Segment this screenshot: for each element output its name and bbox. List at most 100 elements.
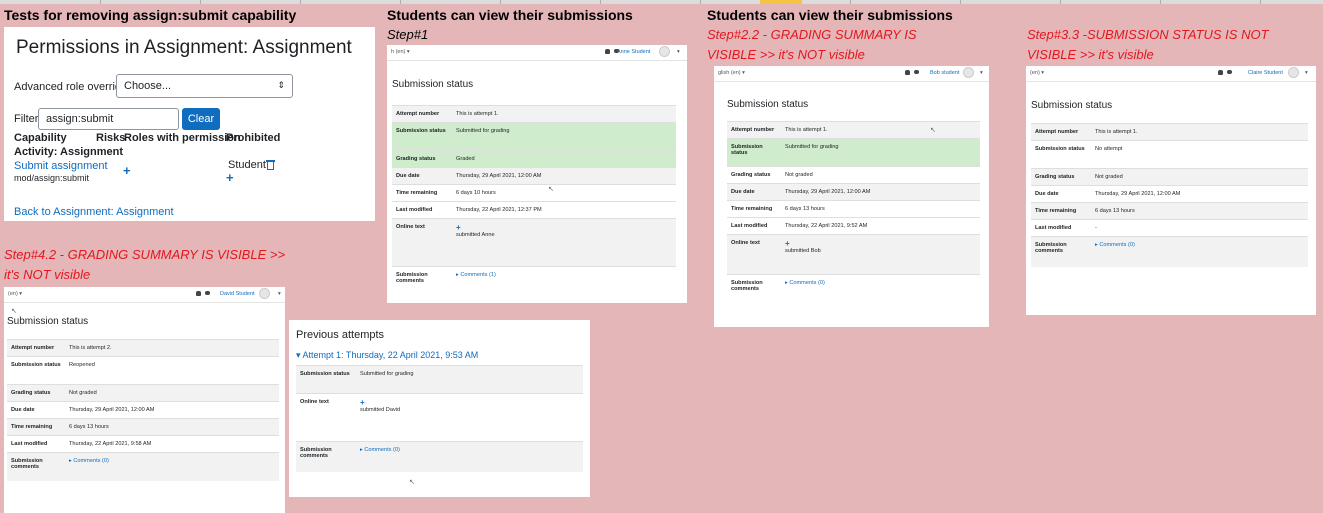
- chevron-down-icon[interactable]: ▾: [1305, 70, 1308, 76]
- table-row: Due date Thursday, 29 April 2021, 12:00 A…: [392, 167, 676, 185]
- table-row: Submission comments ▸ Comments (0): [1031, 236, 1308, 267]
- anne-submission-panel: h (en) ▾ Anne Student ▾ Submission statu…: [387, 45, 687, 303]
- user-name[interactable]: Bob student: [930, 70, 959, 76]
- table-row: Time remaining 6 days 13 hours: [1031, 202, 1308, 220]
- table-row: Grading status Not graded: [727, 166, 980, 184]
- user-name[interactable]: Anne Student: [617, 49, 650, 55]
- filter-input[interactable]: assign:submit: [38, 108, 179, 130]
- table-row: Attempt number This is attempt 1.: [392, 105, 676, 123]
- chat-icon[interactable]: [1227, 70, 1232, 74]
- previous-attempts-panel: Previous attempts ▾ Attempt 1: Thursday,…: [289, 320, 590, 497]
- comments-toggle[interactable]: ▸ Comments (0): [785, 280, 825, 286]
- bob-submission-panel: glish (en) ▾ Bob student ▾ Submission st…: [714, 66, 989, 327]
- step-3-3-label: Step#3.3 -SUBMISSION STATUS IS NOT VISIB…: [1027, 27, 1269, 62]
- submission-status-title: Submission status: [392, 79, 474, 90]
- table-row: Grading status Not graded: [7, 384, 279, 402]
- table-row: Online text + submitted David: [296, 393, 583, 442]
- bell-icon[interactable]: [196, 291, 201, 296]
- table-row: Due date Thursday, 29 April 2021, 12:00 A…: [727, 183, 980, 201]
- table-row: Attempt number This is attempt 1.: [1031, 123, 1308, 141]
- language-menu[interactable]: h (en) ▾: [391, 49, 410, 55]
- comments-toggle[interactable]: ▸ Comments (0): [1095, 242, 1135, 248]
- step-1-label: Step#1: [387, 27, 429, 42]
- chevron-down-icon[interactable]: ▾: [980, 70, 983, 76]
- submission-status-table: Attempt number This is attempt 1. Submiss…: [1031, 123, 1308, 267]
- chevron-down-icon[interactable]: ▾: [677, 49, 680, 55]
- expand-plus-icon[interactable]: +: [785, 240, 976, 248]
- page-title: Permissions in Assignment: Assignment: [16, 37, 352, 58]
- col-capability: Capability: [14, 132, 67, 144]
- trash-icon[interactable]: [266, 160, 275, 170]
- table-row: Grading status Not graded: [1031, 168, 1308, 186]
- bell-icon[interactable]: [905, 70, 910, 75]
- select-value: Choose...: [124, 80, 172, 92]
- permissions-panel: Permissions in Assignment: Assignment Ad…: [4, 27, 375, 221]
- table-row: Attempt number This is attempt 1.: [727, 121, 980, 139]
- comments-toggle[interactable]: ▸ Comments (0): [69, 458, 109, 464]
- students-view-heading-2: Students can view their submissions: [707, 7, 953, 23]
- user-name[interactable]: David Student: [220, 291, 255, 297]
- user-name[interactable]: Claire Student: [1248, 70, 1283, 76]
- students-view-heading: Students can view their submissions: [387, 7, 633, 23]
- tests-heading: Tests for removing assign:submit capabil…: [4, 7, 297, 23]
- submission-status-table: Attempt number This is attempt 2. Submiss…: [7, 339, 279, 481]
- comments-toggle[interactable]: ▸ Comments (1): [456, 272, 496, 278]
- select-chevron-icon: ⇕: [277, 80, 285, 90]
- capability-code: mod/assign:submit: [14, 173, 90, 183]
- add-role-icon[interactable]: +: [123, 163, 131, 178]
- submission-status-table: Attempt number This is attempt 1. Submiss…: [392, 105, 676, 289]
- submission-status-title: Submission status: [7, 316, 89, 327]
- comments-toggle[interactable]: ▸ Comments (0): [360, 447, 400, 453]
- claire-submission-panel: (en) ▾ Claire Student ▾ Submission statu…: [1026, 66, 1316, 315]
- language-menu[interactable]: (en) ▾: [1030, 70, 1044, 76]
- chat-icon[interactable]: [205, 291, 210, 295]
- table-row: Submission comments ▸ Comments (0): [727, 274, 980, 297]
- expand-plus-icon[interactable]: +: [360, 399, 579, 407]
- chevron-down-icon[interactable]: ▾: [278, 291, 281, 297]
- bell-icon[interactable]: [605, 49, 610, 54]
- submission-status-title: Submission status: [1031, 100, 1113, 111]
- add-prohibit-icon[interactable]: +: [226, 170, 234, 185]
- table-row: Time remaining 6 days 13 hours: [7, 418, 279, 436]
- table-row: Online text + submitted Anne: [392, 218, 676, 267]
- table-row: Submission status Submitted for grading: [727, 138, 980, 167]
- back-link[interactable]: Back to Assignment: Assignment: [14, 206, 174, 218]
- avatar[interactable]: [659, 46, 670, 57]
- capability-link[interactable]: Submit assignment: [14, 160, 108, 172]
- bell-icon[interactable]: [1218, 70, 1223, 75]
- attempt-toggle[interactable]: ▾ Attempt 1: Thursday, 22 April 2021, 9:…: [296, 350, 478, 361]
- language-menu[interactable]: (en) ▾: [8, 291, 22, 297]
- advanced-role-select[interactable]: Choose... ⇕: [116, 74, 293, 98]
- step-2-2-label: Step#2.2 - GRADING SUMMARY IS VISIBLE >>…: [707, 27, 917, 62]
- table-row: Last modified Thursday, 22 April 2021, 9:…: [7, 435, 279, 453]
- table-row: Submission comments ▸ Comments (1): [392, 266, 676, 289]
- avatar[interactable]: [963, 67, 974, 78]
- submission-status-table: Attempt number This is attempt 1. Submiss…: [727, 121, 980, 297]
- avatar[interactable]: [1288, 67, 1299, 78]
- col-roles: Roles with permission: [124, 132, 241, 144]
- table-row: Online text + submitted Bob: [727, 234, 980, 275]
- advanced-role-label: Advanced role override: [14, 81, 128, 93]
- table-row: Last modified Thursday, 22 April 2021, 9:…: [727, 217, 980, 235]
- top-navbar: h (en) ▾ Anne Student ▾: [387, 45, 687, 61]
- table-row: Submission status Reopened: [7, 356, 279, 385]
- previous-attempt-table: Submission status Submitted for grading O…: [296, 365, 583, 472]
- table-row: Time remaining 6 days 10 hours: [392, 184, 676, 202]
- avatar[interactable]: [259, 288, 270, 299]
- language-menu[interactable]: glish (en) ▾: [718, 70, 745, 76]
- sheet-column-bar: [0, 0, 1323, 4]
- table-row: Submission status No attempt: [1031, 140, 1308, 169]
- table-row: Submission status Submitted for grading: [392, 122, 676, 151]
- mouse-cursor: ↖: [930, 127, 936, 134]
- mouse-cursor: ↖: [11, 308, 17, 315]
- expand-plus-icon[interactable]: +: [456, 224, 672, 232]
- mouse-cursor: ↖: [409, 479, 415, 486]
- col-prohibited: Prohibited: [226, 132, 281, 144]
- top-navbar: glish (en) ▾ Bob student ▾: [714, 66, 989, 82]
- clear-button[interactable]: Clear: [182, 108, 220, 130]
- table-row: Grading status Graded: [392, 150, 676, 168]
- previous-attempts-title: Previous attempts: [296, 329, 385, 341]
- chat-icon[interactable]: [914, 70, 919, 74]
- david-submission-panel: (en) ▾ David Student ▾ ↖ Submission stat…: [4, 287, 285, 513]
- table-row: Submission comments ▸ Comments (0): [7, 452, 279, 481]
